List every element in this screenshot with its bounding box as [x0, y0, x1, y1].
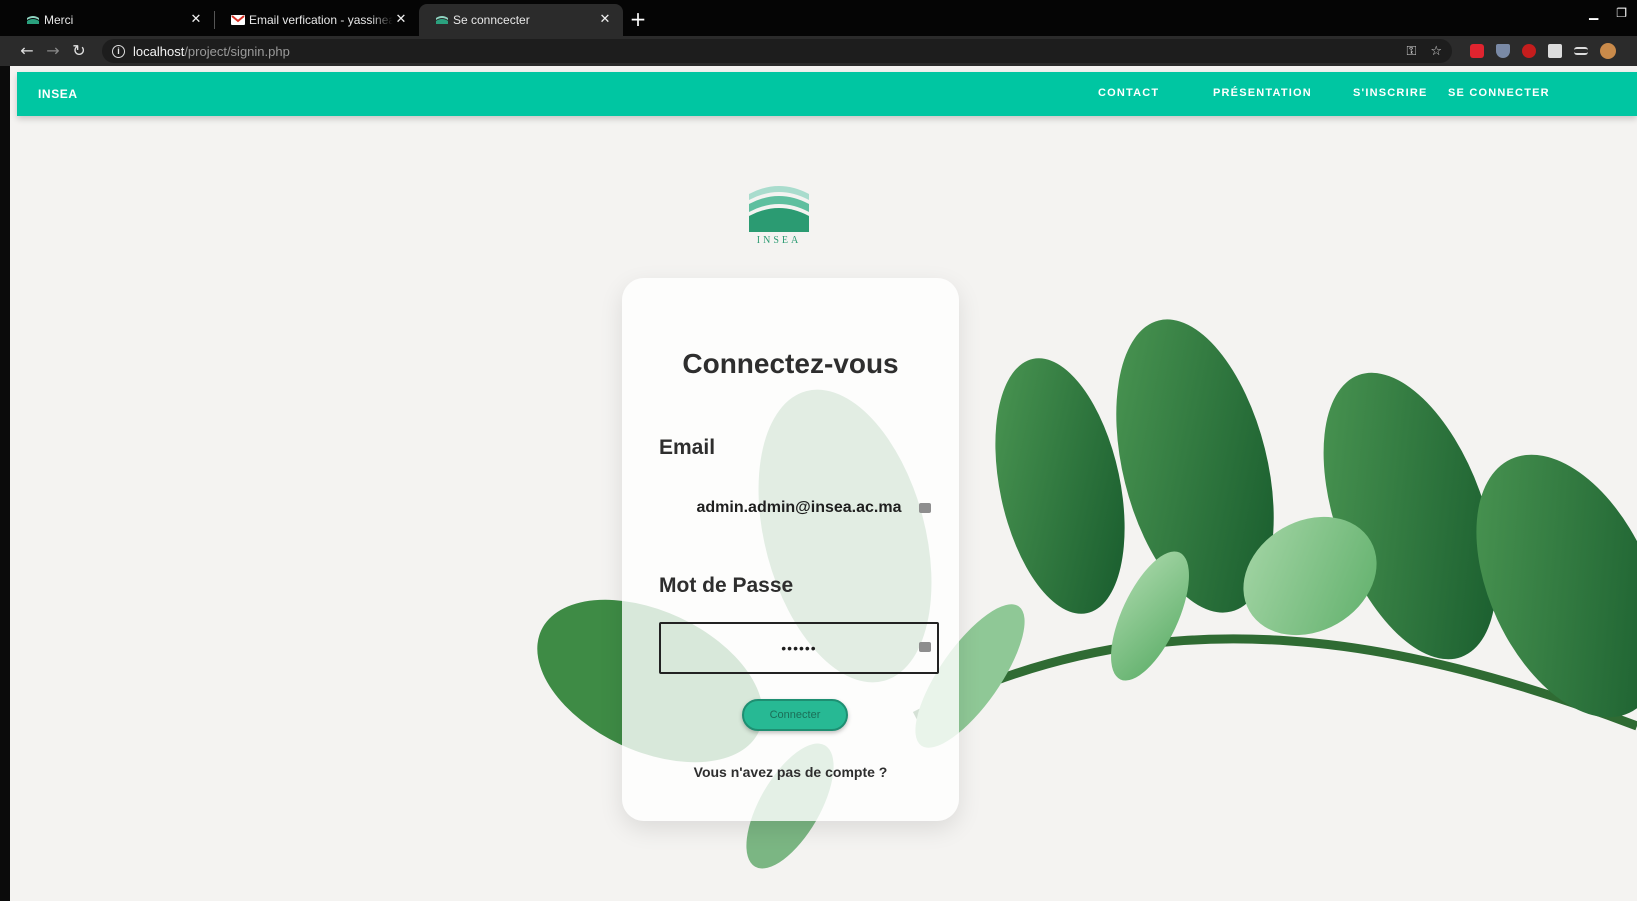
tab-title: Email verfication - yassineaitm [249, 13, 393, 27]
window-controls: ▁ ❐ [1589, 6, 1627, 20]
close-tab-icon[interactable]: ✕ [188, 12, 204, 28]
page-viewport: INSEA CONTACT PRÉSENTATION S'INSCRIRE SE… [10, 66, 1637, 901]
forward-arrow-icon[interactable]: → [40, 38, 66, 64]
nav-link-presentation[interactable]: PRÉSENTATION [1213, 87, 1312, 99]
address-bar[interactable]: i localhost /project/signin.php ⚿ ☆ [102, 39, 1452, 63]
reload-icon[interactable]: ↻ [66, 38, 92, 64]
download-extension-icon[interactable] [1496, 44, 1510, 58]
restore-icon[interactable]: ❐ [1616, 6, 1627, 20]
extensions-puzzle-icon[interactable] [1548, 44, 1562, 58]
tab-title: Se conncecter [453, 13, 530, 27]
new-tab-button[interactable]: + [623, 4, 653, 36]
profile-avatar[interactable] [1600, 43, 1616, 59]
tab-se-connecter[interactable]: Se conncecter ✕ [419, 4, 623, 36]
login-card: Connectez-vous Email Mot de Passe Connec… [622, 278, 959, 821]
tab-email-verification[interactable]: Email verfication - yassineaitm ✕ [215, 4, 419, 36]
close-tab-icon[interactable]: ✕ [597, 12, 613, 28]
autofill-badge-icon[interactable] [919, 503, 931, 513]
password-label: Mot de Passe [659, 574, 794, 597]
insea-logo: INSEA [749, 186, 809, 246]
top-navbar: INSEA CONTACT PRÉSENTATION S'INSCRIRE SE… [17, 72, 1637, 116]
back-arrow-icon[interactable]: ← [14, 38, 40, 64]
login-title: Connectez-vous [682, 348, 899, 379]
url-path: /project/signin.php [184, 43, 290, 59]
nav-link-contact[interactable]: CONTACT [1098, 87, 1159, 99]
tab-title: Merci [44, 13, 74, 27]
nav-link-se-connecter[interactable]: SE CONNECTER [1448, 87, 1550, 99]
connect-button[interactable]: Connecter [742, 699, 848, 731]
close-tab-icon[interactable]: ✕ [393, 12, 409, 28]
browser-tab-strip: Merci ✕ Email verfication - yassineaitm … [0, 0, 1637, 36]
autofill-badge-icon[interactable] [919, 642, 931, 652]
media-control-icon[interactable] [1574, 47, 1588, 55]
site-info-icon[interactable]: i [112, 44, 125, 58]
minimize-icon[interactable]: ▁ [1589, 6, 1598, 20]
signup-link[interactable]: Vous n'avez pas de compte ? [622, 764, 959, 780]
extension-icons [1470, 43, 1616, 59]
password-input[interactable] [659, 622, 939, 674]
email-input[interactable] [659, 486, 939, 530]
logo-text: INSEA [757, 235, 801, 246]
adblock-extension-icon[interactable] [1522, 44, 1536, 58]
navbar-brand[interactable]: INSEA [38, 87, 78, 101]
email-label: Email [659, 436, 716, 459]
lastpass-extension-icon[interactable] [1470, 44, 1484, 58]
url-host: localhost [133, 43, 185, 59]
nav-link-inscrire[interactable]: S'INSCRIRE [1353, 87, 1428, 99]
browser-toolbar: ← → ↻ i localhost /project/signin.php ⚿ … [0, 36, 1637, 66]
tab-merci[interactable]: Merci ✕ [10, 4, 214, 36]
bookmark-star-icon[interactable]: ☆ [1430, 44, 1442, 59]
key-icon[interactable]: ⚿ [1406, 44, 1416, 59]
